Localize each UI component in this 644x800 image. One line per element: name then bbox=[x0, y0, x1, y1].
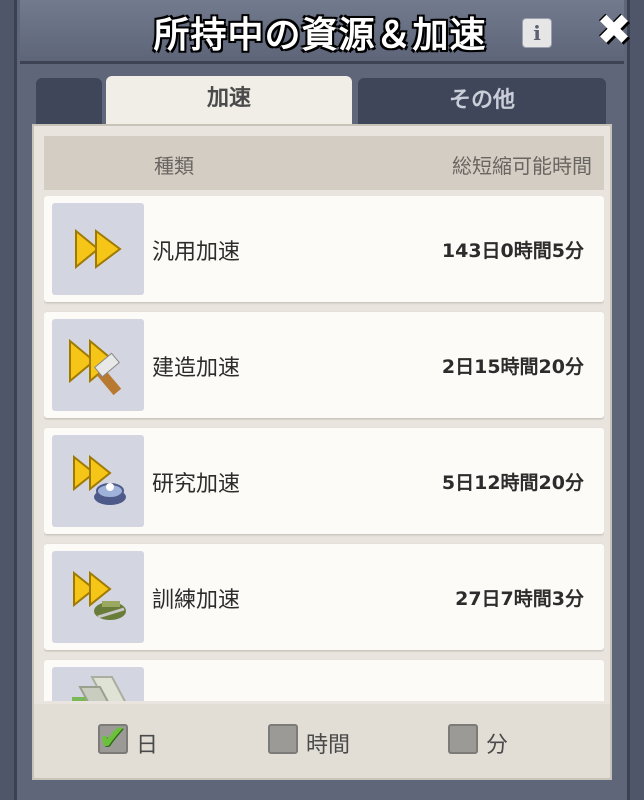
day-checkbox[interactable]: ✔ bbox=[98, 718, 128, 758]
filter-minute-label: 分 bbox=[486, 733, 509, 758]
list-item-training-speedup[interactable]: 訓練加速 27日7時間3分 bbox=[44, 544, 604, 650]
unit-filter-bar: ✔ 日 時間 分 bbox=[34, 704, 610, 778]
title-bar: 所持中の資源＆加速 i ✖ bbox=[20, 0, 632, 64]
info-icon[interactable]: i bbox=[522, 18, 552, 48]
research-speedup-icon bbox=[52, 435, 144, 527]
item-time: 143日0時間5分 bbox=[441, 240, 584, 262]
hour-checkbox[interactable] bbox=[268, 724, 298, 754]
item-name: 研究加速 bbox=[152, 472, 241, 497]
construction-speedup-icon bbox=[52, 319, 144, 411]
filter-hour-label: 時間 bbox=[306, 733, 351, 758]
filter-day-label: 日 bbox=[136, 733, 159, 758]
item-name: 汎用加速 bbox=[152, 240, 241, 265]
list-item-research-speedup[interactable]: 研究加速 5日12時間20分 bbox=[44, 428, 604, 534]
tab-bar: 加速 その他 bbox=[36, 76, 606, 124]
minute-checkbox[interactable] bbox=[448, 724, 478, 754]
item-name: 建造加速 bbox=[152, 356, 241, 381]
item-time: 5日12時間20分 bbox=[441, 472, 584, 494]
speedup-list[interactable]: 汎用加速 143日0時間5分 建造加速 2日15時間20分 研究加速 5日12時… bbox=[44, 196, 604, 701]
list-item-construction-speedup[interactable]: 建造加速 2日15時間20分 bbox=[44, 312, 604, 418]
list-header: 種類 総短縮可能時間 bbox=[44, 136, 604, 190]
checkmark-icon: ✔ bbox=[98, 718, 127, 758]
healing-speedup-icon bbox=[52, 667, 144, 701]
list-item-partial[interactable] bbox=[44, 660, 604, 701]
list-item-universal-speedup[interactable]: 汎用加速 143日0時間5分 bbox=[44, 196, 604, 302]
item-time: 27日7時間3分 bbox=[455, 588, 584, 610]
content-panel: 種類 総短縮可能時間 汎用加速 143日0時間5分 建造加速 2日15時間20分… bbox=[32, 124, 612, 780]
header-type-label: 種類 bbox=[154, 154, 194, 178]
tab-other[interactable]: その他 bbox=[358, 78, 606, 124]
item-time: 2日15時間20分 bbox=[441, 356, 584, 378]
item-name: 訓練加速 bbox=[152, 588, 241, 613]
training-speedup-icon bbox=[52, 551, 144, 643]
header-time-label: 総短縮可能時間 bbox=[452, 154, 592, 178]
tab-speedups[interactable]: 加速 bbox=[106, 76, 352, 124]
tab-blank[interactable] bbox=[36, 78, 102, 124]
close-icon[interactable]: ✖ bbox=[594, 8, 634, 52]
universal-speedup-icon bbox=[52, 203, 144, 295]
